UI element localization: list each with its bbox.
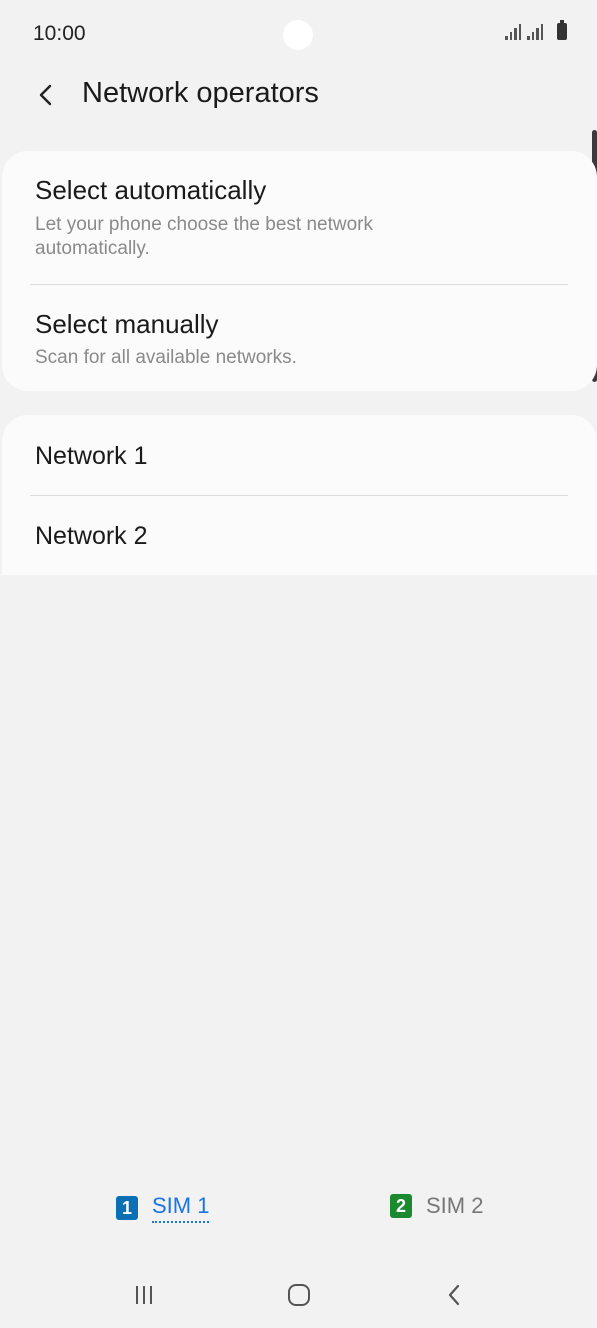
camera-cutout <box>283 20 313 50</box>
signal-icon <box>527 22 543 40</box>
chevron-left-icon <box>39 84 52 106</box>
tab-sim-1[interactable]: 1 SIM 1 <box>116 1193 210 1223</box>
option-subtitle: Let your phone choose the best network a… <box>35 214 374 259</box>
page-title: Network operators <box>82 77 319 109</box>
tab-sim-2[interactable]: 2 SIM 2 <box>390 1193 483 1219</box>
select-manually-option[interactable]: Select manually Scan for all available n… <box>2 285 597 391</box>
option-subtitle: Scan for all available networks. <box>35 347 297 368</box>
select-automatically-option[interactable]: Select automatically Let your phone choo… <box>2 151 597 284</box>
status-time: 10:00 <box>33 22 86 45</box>
navigation-bar <box>0 1260 597 1328</box>
signal-icon <box>505 22 521 40</box>
back-icon <box>448 1284 460 1306</box>
recent-apps-button[interactable] <box>124 1278 164 1312</box>
home-icon <box>288 1284 310 1306</box>
battery-icon <box>557 20 567 40</box>
status-bar: 10:00 <box>0 0 597 70</box>
network-name: Network 2 <box>35 522 148 550</box>
network-item-2[interactable]: Network 2 <box>2 496 597 575</box>
network-item-1[interactable]: Network 1 <box>2 415 597 495</box>
recent-apps-icon <box>136 1286 152 1304</box>
app-bar: Network operators <box>0 70 597 120</box>
back-nav-button[interactable] <box>434 1278 474 1312</box>
sim-2-icon: 2 <box>390 1194 412 1218</box>
network-name: Network 1 <box>35 442 148 470</box>
option-title: Select automatically <box>35 175 267 205</box>
sim-tab-label: SIM 1 <box>152 1193 210 1223</box>
sim-tabs: 1 SIM 1 2 SIM 2 <box>0 1185 597 1235</box>
home-button[interactable] <box>279 1278 319 1312</box>
selection-options-card: Select automatically Let your phone choo… <box>2 151 597 391</box>
sim-1-icon: 1 <box>116 1196 138 1220</box>
option-title: Select manually <box>35 309 219 339</box>
status-icons <box>505 20 567 40</box>
back-button[interactable] <box>30 78 64 112</box>
network-list: Network 1 Network 2 <box>2 415 597 575</box>
sim-tab-label: SIM 2 <box>426 1193 484 1218</box>
